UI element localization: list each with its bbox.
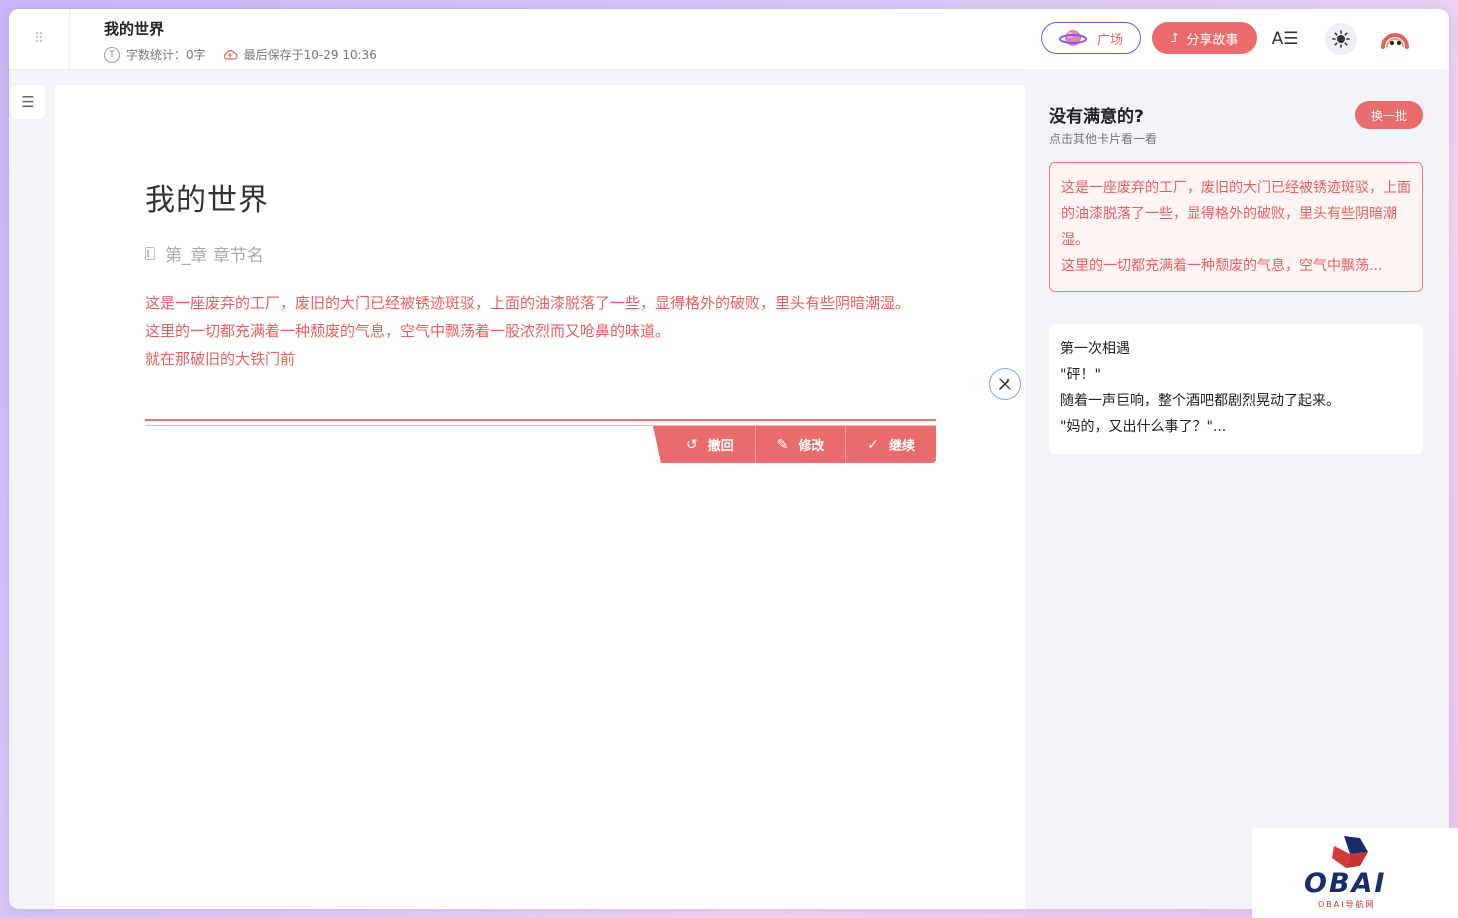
refresh-batch-button[interactable]: 换一批: [1355, 101, 1423, 129]
avatar[interactable]: [1379, 23, 1411, 55]
sun-icon: [1332, 30, 1350, 48]
cloud-save-icon: [223, 49, 238, 60]
document-title: 我的世界: [104, 20, 165, 38]
suggestion-card[interactable]: 第一次相遇 "砰！" 随着一声巨响，整个酒吧都剧烈晃动了起来。 "妈的，又出什么…: [1049, 324, 1423, 454]
undo-label: 撤回: [707, 439, 734, 454]
watermark-small-text: OBAI导航网: [1318, 900, 1376, 909]
editor-area[interactable]: 我的世界 第_章 章节名 这是一座废弃的工厂，废旧的大门已经被锈迹斑驳，上面的油…: [55, 85, 1025, 909]
section-name-input[interactable]: 第_章 章节名: [145, 241, 264, 266]
ai-suggestion-divider-thin: [145, 425, 936, 426]
check-icon: ✓: [867, 436, 880, 453]
story-paragraph: 这里的一切都充满着一种颓废的气息，空气中飘荡着一股浓烈而又呛鼻的味道。: [145, 322, 671, 340]
share-icon: ⮥: [1170, 30, 1179, 46]
story-body[interactable]: 这是一座废弃的工厂，废旧的大门已经被锈迹斑驳，上面的油漆脱落了一些，显得格外的破…: [145, 289, 940, 373]
undo-button[interactable]: ↺ 撤回: [653, 426, 755, 463]
cube-logo-icon: [1332, 836, 1368, 868]
story-paragraph: 就在那破旧的大铁门前: [145, 350, 296, 368]
document-meta: T 字数统计：0字 最后保存于10-29 10:36: [104, 46, 377, 63]
share-story-button[interactable]: ⮥ 分享故事: [1152, 22, 1257, 54]
card-line: "妈的，又出什么事了？"...: [1060, 419, 1227, 435]
font-settings-icon[interactable]: A☰: [1271, 25, 1299, 53]
last-saved: 最后保存于10-29 10:36: [243, 48, 377, 62]
continue-label: 继续: [889, 439, 916, 454]
card-line: 随着一声巨响，整个酒吧都剧烈晃动了起来。: [1060, 393, 1340, 409]
theme-toggle-icon[interactable]: [1325, 23, 1357, 55]
suggestion-card-selected[interactable]: 这是一座废弃的工厂，废旧的大门已经被锈迹斑驳，上面的油漆脱落了一些，显得格外的破…: [1049, 162, 1423, 292]
continue-button[interactable]: ✓ 继续: [845, 426, 936, 463]
grip-icon[interactable]: ⠿: [29, 29, 49, 49]
ai-action-bar: ↺ 撤回 ✎ 修改 ✓ 继续: [653, 426, 936, 463]
card-line: 这里的一切都充满着一种颓废的气息，空气中飘荡...: [1061, 258, 1383, 274]
modify-label: 修改: [798, 439, 825, 454]
watermark-logo: OBAI OBAI导航网: [1252, 828, 1458, 918]
card-line: 第一次相遇: [1060, 341, 1130, 357]
story-paragraph: 这是一座废弃的工厂，废旧的大门已经被锈迹斑驳，上面的油漆脱落了一些，显得格外的破…: [145, 294, 911, 312]
app-window: ⠿ 我的世界 T 字数统计：0字 最后保存于10-29 10:36 广场 ⮥ 分…: [9, 9, 1449, 909]
book-icon: [145, 247, 155, 260]
pen-icon: ✎: [776, 436, 789, 453]
card-line: 这是一座废弃的工厂，废旧的大门已经被锈迹斑驳，上面的油漆脱落了一些，显得格外的破…: [1061, 180, 1411, 248]
sidebar-toggle-icon[interactable]: ☰: [11, 85, 45, 119]
plaza-button[interactable]: 广场: [1041, 22, 1141, 54]
top-header: ⠿ 我的世界 T 字数统计：0字 最后保存于10-29 10:36 广场 ⮥ 分…: [9, 9, 1449, 70]
panel-subtitle: 点击其他卡片看一看: [1049, 132, 1158, 146]
share-label: 分享故事: [1186, 32, 1239, 48]
suggestion-panel: 没有满意的? 点击其他卡片看一看 换一批 这是一座废弃的工厂，废旧的大门已经被锈…: [1025, 69, 1449, 909]
wand-icon: [999, 378, 1011, 390]
watermark-text: OBAI: [1304, 868, 1387, 899]
plaza-label: 广场: [1096, 32, 1123, 48]
word-count: 字数统计：0字: [126, 48, 206, 62]
modify-button[interactable]: ✎ 修改: [754, 426, 846, 463]
section-placeholder: 第_章 章节名: [165, 246, 264, 266]
text-count-icon: T: [104, 46, 120, 63]
magic-wand-icon[interactable]: [989, 368, 1021, 400]
planet-icon: [1058, 30, 1087, 46]
ai-suggestion-divider: [145, 419, 936, 421]
panel-title: 没有满意的?: [1049, 107, 1144, 127]
avatar-icon: [1381, 33, 1409, 49]
header-divider: [69, 9, 70, 69]
card-line: "砰！": [1060, 367, 1101, 383]
chapter-title[interactable]: 我的世界: [145, 175, 269, 219]
undo-icon: ↺: [685, 436, 698, 453]
